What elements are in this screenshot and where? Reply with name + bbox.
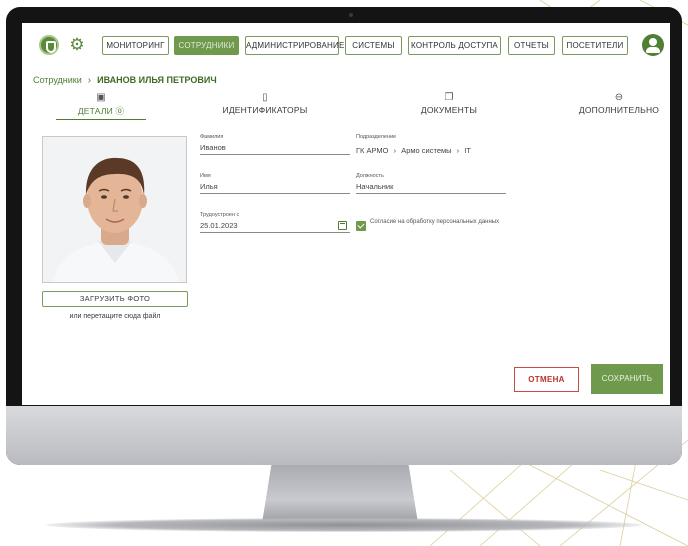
app-screen: ⚙ МОНИТОРИНГ СОТРУДНИКИ АДМИНИСТРИРОВАНИ… <box>22 23 670 405</box>
department-level-3: IT <box>464 146 471 155</box>
position-field[interactable]: Начальник <box>356 182 393 191</box>
chevron-right-icon: › <box>393 146 397 155</box>
last-name-label: Фамилия <box>200 134 224 140</box>
breadcrumb: Сотрудники › ИВАНОВ ИЛЬЯ ПЕТРОВИЧ <box>33 75 217 86</box>
consent-checkbox[interactable] <box>356 221 366 231</box>
tab-additional-label: ДОПОЛНИТЕЛЬНО <box>578 105 660 115</box>
shield-logo-icon[interactable] <box>39 35 59 55</box>
employee-portrait <box>43 137 186 282</box>
active-tab-indicator <box>56 119 146 120</box>
nav-systems[interactable]: СИСТЕМЫ <box>345 36 402 55</box>
nav-visitors[interactable]: ПОСЕТИТЕЛИ <box>562 36 628 55</box>
consent-label: Согласие на обработку персональных данны… <box>370 219 500 225</box>
cancel-button[interactable]: ОТМЕНА <box>514 367 579 392</box>
calendar-icon[interactable] <box>338 221 347 230</box>
top-nav: ⚙ МОНИТОРИНГ СОТРУДНИКИ АДМИНИСТРИРОВАНИ… <box>22 23 670 69</box>
hired-date-underline <box>200 232 350 233</box>
first-name-field[interactable]: Илья <box>200 182 218 191</box>
tab-identifiers[interactable]: ▯ ИДЕНТИФИКАТОРЫ <box>220 92 310 115</box>
department-level-2: Армо системы <box>401 146 452 155</box>
first-name-underline <box>200 193 350 194</box>
tab-documents-label: ДОКУМЕНТЫ <box>420 105 478 115</box>
monitor-stand <box>262 465 418 523</box>
tab-documents[interactable]: ❐ ДОКУМЕНТЫ <box>409 92 489 115</box>
chevron-right-icon: › <box>456 146 460 155</box>
tab-identifiers-label: ИДЕНТИФИКАТОРЫ <box>222 105 308 115</box>
tab-details-label: ДЕТАЛИ ⓪ <box>77 106 125 116</box>
drop-hint: или перетащите сюда файл <box>69 313 161 320</box>
employee-photo <box>42 136 187 283</box>
first-name-label: Имя <box>200 173 211 179</box>
last-name-field[interactable]: Иванов <box>200 143 226 152</box>
breadcrumb-root[interactable]: Сотрудники <box>33 75 82 85</box>
save-button[interactable]: СОХРАНИТЬ <box>591 364 663 394</box>
more-icon: ⊖ <box>614 92 624 103</box>
tab-details[interactable]: ▣ ДЕТАЛИ ⓪ <box>56 92 146 117</box>
nav-employees[interactable]: СОТРУДНИКИ <box>174 36 239 55</box>
nav-reports[interactable]: ОТЧЕТЫ <box>508 36 555 55</box>
hired-date-label: Трудоустроен с <box>200 212 240 218</box>
position-label: Должность <box>356 173 384 179</box>
nav-monitoring[interactable]: МОНИТОРИНГ <box>102 36 169 55</box>
id-card-icon: ▣ <box>96 92 106 103</box>
nav-access-control[interactable]: КОНТРОЛЬ ДОСТУПА <box>408 36 501 55</box>
breadcrumb-chevron-icon: › <box>87 75 92 86</box>
webcam-dot <box>349 13 353 17</box>
department-level-1: ГК АРМО <box>356 146 389 155</box>
hired-date-field[interactable]: 25.01.2023 <box>200 221 238 230</box>
upload-photo-button[interactable]: ЗАГРУЗИТЬ ФОТО <box>42 291 188 307</box>
settings-gears-icon[interactable]: ⚙ <box>67 35 87 55</box>
nav-administration[interactable]: АДМИНИСТРИРОВАНИЕ <box>245 36 344 55</box>
monitor-chin <box>6 406 682 465</box>
department-label: Подразделение <box>356 134 397 140</box>
user-avatar-icon[interactable] <box>642 34 664 56</box>
position-underline <box>356 193 506 194</box>
department-field[interactable]: ГК АРМО › Армо системы › IT <box>356 146 471 155</box>
last-name-underline <box>200 154 350 155</box>
key-icon: ▯ <box>262 92 268 103</box>
monitor-base <box>46 518 642 532</box>
documents-icon: ❐ <box>444 92 454 103</box>
tab-additional[interactable]: ⊖ ДОПОЛНИТЕЛЬНО <box>574 92 664 115</box>
breadcrumb-current: ИВАНОВ ИЛЬЯ ПЕТРОВИЧ <box>97 75 217 85</box>
